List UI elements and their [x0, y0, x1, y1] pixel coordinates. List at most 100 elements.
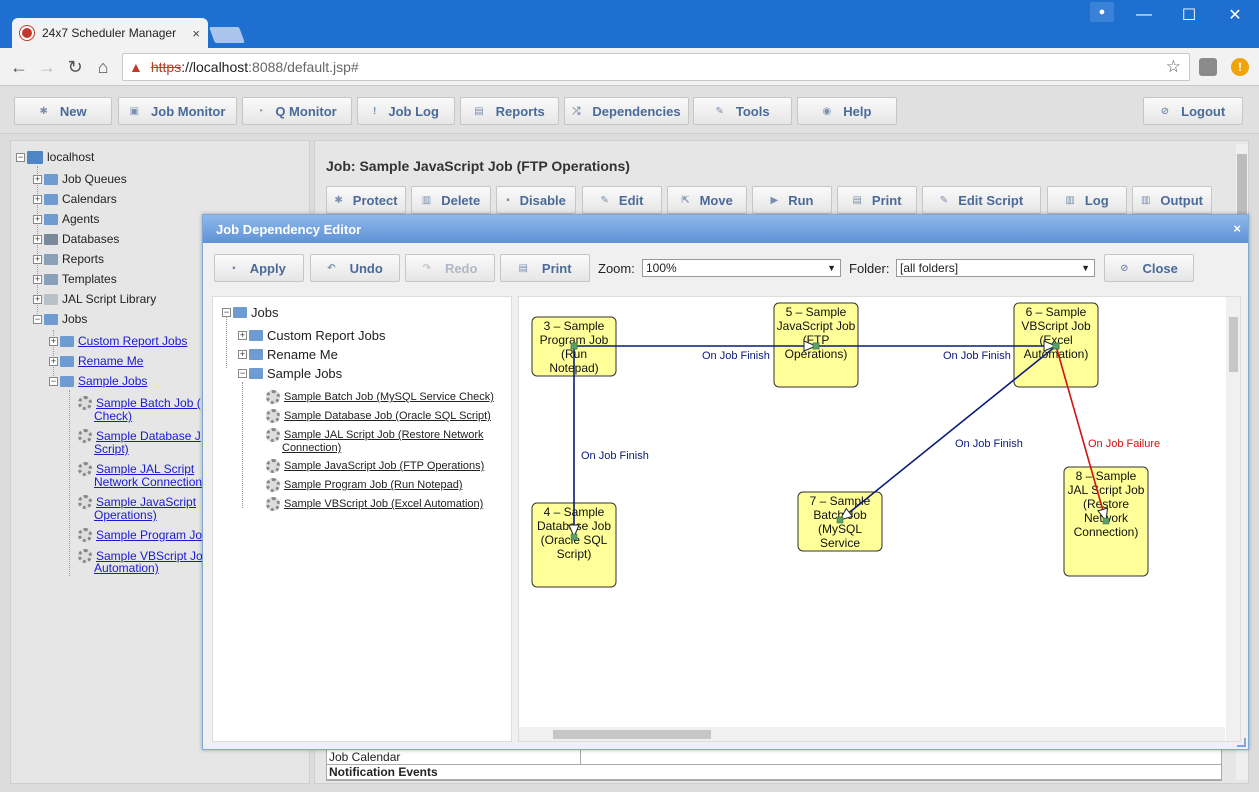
dependency-graph[interactable]: 3 – SampleProgram Job(RunNotepad)5 – Sam…	[519, 297, 1241, 742]
url-field[interactable]: ▲ https://localhost:8088/default.jsp# ☆	[122, 53, 1190, 81]
folder-select[interactable]: [all folders] ▼	[896, 259, 1095, 277]
browser-tab[interactable]: 24x7 Scheduler Manager ×	[12, 18, 208, 48]
expand-icon[interactable]: +	[49, 356, 58, 366]
redo-button[interactable]: ↷ Redo	[405, 254, 495, 282]
dtree-folder-custom-report-jobs[interactable]: + Custom Report Jobs	[238, 326, 386, 344]
minimize-button[interactable]: —	[1121, 0, 1167, 30]
back-icon[interactable]: ←	[6, 54, 32, 80]
expand-icon[interactable]: +	[33, 194, 42, 204]
job-link-line2[interactable]: Check)	[94, 409, 132, 423]
dtree-job-link[interactable]: Sample JAL Script Job (Restore Network	[284, 429, 484, 441]
tools-button[interactable]: ✎ Tools	[693, 97, 792, 125]
dtree-job-database[interactable]: Sample Database Job (Oracle SQL Script)	[266, 407, 491, 425]
collapse-icon[interactable]: −	[49, 376, 58, 386]
close-button[interactable]: ⊘ Close	[1104, 254, 1194, 282]
job-link[interactable]: Sample JavaScript	[96, 495, 196, 509]
job-link-line2[interactable]: Automation)	[94, 561, 159, 575]
protect-button[interactable]: ✱ Protect	[326, 186, 406, 214]
dtree-job-link[interactable]: Sample Batch Job (MySQL Service Check)	[284, 391, 494, 403]
dtree-job-link[interactable]: Sample JavaScript Job (FTP Operations)	[284, 460, 484, 472]
tree-item-jobs[interactable]: − Jobs	[33, 310, 87, 328]
disable-button[interactable]: ▪ Disable	[496, 186, 576, 214]
dtree-job-link[interactable]: Sample Database Job (Oracle SQL Script)	[284, 410, 491, 422]
dialog-header[interactable]: Job Dependency Editor ×	[203, 215, 1248, 243]
scrollbar-thumb[interactable]	[1237, 154, 1247, 214]
job-link[interactable]: Sample Database J	[96, 429, 201, 443]
job-monitor-button[interactable]: ▣ Job Monitor	[118, 97, 237, 125]
dtree-job-link[interactable]: Sample VBScript Job (Excel Automation)	[284, 498, 483, 510]
tree-folder-custom-report-jobs[interactable]: + Custom Report Jobs	[49, 332, 187, 350]
tree-item-reports[interactable]: + Reports	[33, 250, 104, 268]
profile-icon[interactable]: ●	[1090, 2, 1114, 22]
dependency-graph-canvas[interactable]: 3 – Sample Program Job (Run Notepad) 5 – Sam…	[518, 296, 1241, 742]
maximize-button[interactable]: ☐	[1166, 0, 1212, 30]
job-link-line2[interactable]: Script)	[94, 442, 129, 456]
expand-icon[interactable]: +	[33, 274, 42, 284]
dtree-folder-rename-me[interactable]: + Rename Me	[238, 345, 338, 363]
expand-icon[interactable]: +	[33, 234, 42, 244]
tree-folder-rename-me[interactable]: + Rename Me	[49, 352, 143, 370]
tree-root-localhost[interactable]: − localhost	[16, 148, 94, 166]
dtree-folder-sample-jobs[interactable]: − Sample Jobs	[238, 364, 342, 382]
folder-link[interactable]: Rename Me	[78, 354, 143, 368]
output-button[interactable]: ▥ Output	[1132, 186, 1212, 214]
expand-icon[interactable]: +	[49, 336, 58, 346]
run-button[interactable]: ▶ Run	[752, 186, 832, 214]
bookmark-star-icon[interactable]: ☆	[1166, 57, 1181, 77]
apply-button[interactable]: ▪ Apply	[214, 254, 304, 282]
logout-button[interactable]: ⊘ Logout	[1143, 97, 1243, 125]
collapse-icon[interactable]: −	[238, 368, 247, 378]
help-button[interactable]: ◉ Help	[797, 97, 897, 125]
expand-icon[interactable]: +	[33, 174, 42, 184]
dtree-job-link-line2[interactable]: Connection)	[282, 442, 341, 454]
print-button[interactable]: ▤ Print	[837, 186, 917, 214]
resize-grip-icon[interactable]	[1237, 738, 1246, 747]
job-link[interactable]: Sample JAL Script	[96, 462, 194, 476]
dtree-job-javascript[interactable]: Sample JavaScript Job (FTP Operations)	[266, 457, 484, 475]
job-link[interactable]: Sample Batch Job (	[96, 396, 201, 410]
extension-icon[interactable]	[1199, 58, 1217, 76]
graph-horizontal-scrollbar[interactable]	[519, 727, 1225, 741]
tree-job-5[interactable]: Sample Program Jo	[78, 526, 202, 544]
tree-item-calendars[interactable]: + Calendars	[33, 190, 117, 208]
q-monitor-button[interactable]: ◔ Q Monitor	[242, 97, 352, 125]
expand-icon[interactable]: +	[238, 330, 247, 340]
undo-button[interactable]: ↶ Undo	[310, 254, 400, 282]
dtree-job-vbscript[interactable]: Sample VBScript Job (Excel Automation)	[266, 495, 483, 513]
reload-icon[interactable]: ↻	[62, 54, 88, 80]
new-tab-button[interactable]	[209, 27, 245, 43]
print-graph-button[interactable]: ▤ Print	[500, 254, 590, 282]
dtree-root-jobs[interactable]: − Jobs	[222, 303, 278, 321]
tab-close-icon[interactable]: ×	[192, 26, 200, 41]
close-window-button[interactable]: ✕	[1212, 0, 1258, 30]
tree-folder-sample-jobs[interactable]: − Sample Jobs	[49, 372, 147, 390]
scrollbar-thumb[interactable]	[553, 730, 711, 739]
edit-script-button[interactable]: ✎ Edit Script	[922, 186, 1041, 214]
collapse-icon[interactable]: −	[16, 152, 25, 162]
forward-icon[interactable]: →	[34, 54, 60, 80]
tree-item-jal-script-library[interactable]: + JAL Script Library	[33, 290, 156, 308]
collapse-icon[interactable]: −	[222, 307, 231, 317]
tree-item-templates[interactable]: + Templates	[33, 270, 117, 288]
expand-icon[interactable]: +	[238, 349, 247, 359]
log-button[interactable]: ▥ Log	[1047, 186, 1127, 214]
dtree-job-link[interactable]: Sample Program Job (Run Notepad)	[284, 479, 463, 491]
expand-icon[interactable]: +	[33, 254, 42, 264]
move-button[interactable]: ⇱ Move	[667, 186, 747, 214]
graph-vertical-scrollbar[interactable]	[1226, 297, 1240, 741]
zoom-select[interactable]: 100% ▼	[642, 259, 841, 277]
job-log-button[interactable]: ! Job Log	[357, 97, 455, 125]
scrollbar-thumb[interactable]	[1229, 317, 1238, 372]
menu-icon[interactable]: !	[1231, 58, 1249, 76]
edit-button[interactable]: ✎ Edit	[582, 186, 662, 214]
expand-icon[interactable]: +	[33, 214, 42, 224]
tree-item-job-queues[interactable]: + Job Queues	[33, 170, 127, 188]
new-button[interactable]: ✱ New	[14, 97, 112, 125]
delete-button[interactable]: ▥ Delete	[411, 186, 491, 214]
dialog-close-icon[interactable]: ×	[1233, 221, 1241, 236]
home-icon[interactable]: ⌂	[90, 54, 116, 80]
job-link-line2[interactable]: Operations)	[94, 508, 157, 522]
job-link[interactable]: Sample Program Jo	[96, 528, 202, 542]
expand-icon[interactable]: +	[33, 294, 42, 304]
folder-link[interactable]: Sample Jobs	[78, 374, 147, 388]
